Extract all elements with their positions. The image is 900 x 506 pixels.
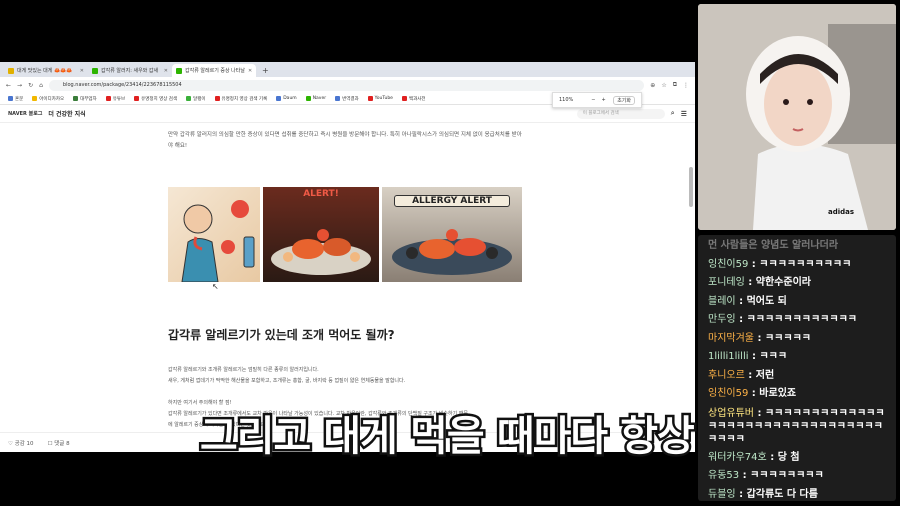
chat-panel: 먼 사람들은 양념도 알러나더라 잉친이59 : ㅋㅋㅋㅋㅋㅋㅋㅋㅋㅋ 포니테잉… (698, 235, 896, 501)
bookmark-item[interactable]: 유명정치 영상 검색 기록 (214, 96, 267, 102)
tab-1[interactable]: 대게 맛있는 대게 🦀🦀🦀 ✕ (4, 64, 88, 77)
home-icon[interactable]: ⌂ (39, 82, 43, 89)
image-caption: ALLERGY ALERT (394, 195, 510, 207)
post-image-allergy-alert[interactable]: ALLERGY ALERT (382, 187, 522, 282)
like-count: 공감 10 (14, 440, 34, 447)
like-button[interactable]: ♡ 공감 10 (8, 439, 34, 447)
chat-message: 워터카우74호 : 당 첨 (708, 451, 800, 463)
browser-window: 대게 맛있는 대게 🦀🦀🦀 ✕ 갑각류 알러지: 새우와 갑새 ✕ 갑각류 알레르기… (0, 62, 695, 452)
favicon-icon (92, 67, 98, 74)
tab-label: 대게 맛있는 대게 🦀🦀🦀 (17, 68, 73, 74)
zoom-reset-button[interactable]: 초기화 (613, 95, 635, 105)
new-tab-button[interactable]: + (256, 64, 275, 77)
chat-message: 후니오르 : 저런 (708, 369, 775, 381)
menu-icon[interactable]: ⋮ (683, 82, 689, 89)
bookmark-item[interactable]: 번역결과 (335, 96, 359, 102)
section-heading: 갑각류 알레르기가 있는데 조개 먹어도 될까? (168, 328, 395, 342)
naver-blog-logo[interactable]: NAVER 블로그 (8, 110, 42, 117)
bookmark-item[interactable]: 혼문 (8, 96, 23, 102)
bookmark-item[interactable]: Naver (305, 96, 326, 101)
bookmark-item[interactable]: 백과사전 (401, 96, 426, 102)
comment-button[interactable]: ☐ 댓글 8 (48, 439, 70, 447)
image-row: ALERT! ALLERGY ALERT (168, 187, 523, 282)
tab-label: 갑각류 알레르기 증상 나타날 (185, 68, 245, 74)
zoom-level: 110% (559, 97, 574, 103)
image-caption: ALERT! (303, 189, 339, 199)
zoom-icon[interactable]: ⊕ (650, 82, 655, 89)
bookmark-item[interactable]: Daum (276, 96, 297, 101)
chat-message: 마지막겨울 : ㅋㅋㅋㅋㅋ (708, 332, 811, 344)
bookmark-item[interactable]: 달팽이 (186, 96, 206, 102)
tab-3[interactable]: 갑각류 알레르기 증상 나타날 ✕ (172, 64, 256, 77)
close-icon[interactable]: ✕ (248, 68, 252, 74)
forward-icon[interactable]: → (17, 82, 22, 89)
blog-name[interactable]: 더 건강한 지식 (48, 109, 85, 118)
chat-message: 상업유튜버 : ㅋㅋㅋㅋㅋㅋㅋㅋㅋㅋㅋㅋㅋㅋㅋㅋㅋㅋㅋㅋㅋㅋㅋㅋㅋㅋㅋㅋㅋㅋㅋㅋ… (708, 407, 885, 445)
paragraph: 새우, 게처럼 껍데기가 딱딱한 해산물을 포함하고, 조개류는 홍합, 굴, … (168, 378, 406, 384)
chat-message: 포니테잉 : 약한수준이라 (708, 277, 811, 288)
bookmark-item[interactable]: 유명정치 영상 검색 (134, 96, 177, 102)
svg-text:adidas: adidas (828, 208, 854, 216)
reload-icon[interactable]: ↻ (28, 82, 33, 89)
zoom-out-button[interactable]: − (591, 97, 595, 103)
chat-message: 잉친이59 : 바로있죠 (708, 388, 797, 399)
tab-bar: 대게 맛있는 대게 🦀🦀🦀 ✕ 갑각류 알러지: 새우와 갑새 ✕ 갑각류 알레르기… (0, 62, 695, 77)
post-content: 만약 갑각류 알러지의 의심할 만한 증상이 있다면 섭취를 중단하고 즉시 병… (168, 130, 523, 431)
paragraph: 만약 갑각류 알러지의 의심할 만한 증상이 있다면 섭취를 중단하고 즉시 병… (168, 132, 522, 149)
zoom-popup: 110% − + 초기화 (552, 92, 642, 108)
chat-message: 듀블잉 : 갑각류도 다 다름 (708, 488, 818, 500)
comment-count: 댓글 8 (54, 440, 70, 447)
address-row: ← → ↻ ⌂ blog.naver.com/package/23414/223… (0, 77, 695, 93)
chat-message: 잉친이59 : ㅋㅋㅋㅋㅋㅋㅋㅋㅋㅋ (708, 258, 852, 270)
webcam-view: adidas (698, 4, 896, 230)
allergy-illustration (181, 200, 255, 282)
chat-message: 만두잉 : ㅋㅋㅋㅋㅋㅋㅋㅋㅋㅋㅋㅋ (708, 314, 857, 325)
paragraph (168, 387, 523, 398)
post-image-seafood[interactable]: ALERT! (263, 187, 379, 282)
favicon-icon (176, 67, 182, 74)
subtitle-caption: 그리고 대게 먹을 때마다 항상 (198, 410, 698, 463)
scrollbar[interactable] (689, 167, 693, 207)
close-icon[interactable]: ✕ (80, 68, 84, 74)
chat-message: 유동53 : ㅋㅋㅋㅋㅋㅋㅋㅋ (708, 470, 824, 481)
back-icon[interactable]: ← (6, 82, 11, 89)
search-icon[interactable]: ⌕ (671, 109, 675, 118)
chat-message: 1lilli1lilli : ㅋㅋㅋ (708, 351, 788, 362)
zoom-in-button[interactable]: + (602, 97, 606, 103)
menu-icon[interactable]: ☰ (681, 110, 687, 118)
tab-2[interactable]: 갑각류 알러지: 새우와 갑새 ✕ (88, 64, 172, 77)
bookmark-item[interactable]: YouTube (367, 96, 393, 101)
blog-search-input[interactable]: 이 블로그에서 검색 (576, 108, 665, 119)
bookmark-item[interactable]: 아이디카카오 (32, 96, 64, 102)
seafood-illustration (271, 229, 371, 275)
tab-label: 갑각류 알러지: 새우와 갑새 (101, 68, 159, 74)
close-icon[interactable]: ✕ (164, 68, 168, 74)
bookmark-item[interactable]: 대부업자 (73, 96, 97, 102)
chat-message: 블레이 : 먹어도 되 (708, 295, 787, 307)
mouse-cursor-icon: ↖ (212, 282, 219, 291)
streamer-illustration: adidas (698, 4, 896, 230)
chat-message: 먼 사람들은 양념도 알러나더라 (708, 240, 839, 251)
bookmark-item[interactable]: 유튜브 (105, 96, 125, 102)
extensions-icon[interactable]: ⧉ (673, 81, 677, 89)
favicon-icon (8, 67, 14, 74)
post-image-person[interactable] (168, 187, 260, 282)
star-icon[interactable]: ☆ (661, 82, 666, 89)
paragraph: 갑각류 알레르기와 조개류 알레르기는 엄밀히 다른 종류의 알러지입니다. (168, 367, 319, 373)
url-field[interactable]: blog.naver.com/package/23414/22367811550… (48, 79, 645, 91)
